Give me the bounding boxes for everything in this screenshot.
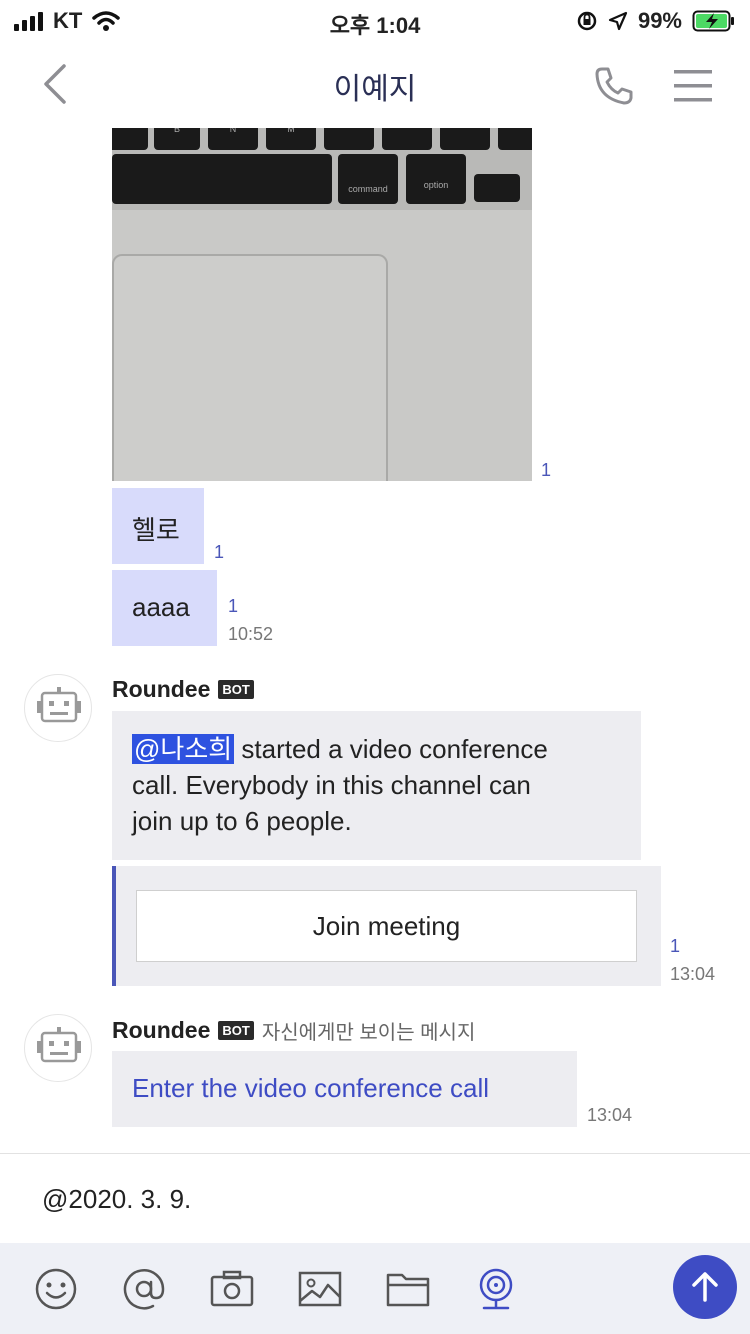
key-m: M <box>266 128 316 150</box>
message-list[interactable]: B N M command option 1 헬로 1 aaaa 1 10:52 <box>0 128 750 1154</box>
read-count: 1 <box>670 936 681 956</box>
photo-read-count: 1 <box>541 460 552 480</box>
bot-badge: BOT <box>218 680 254 699</box>
message-composer[interactable]: @2020. 3. 9. <box>0 1153 750 1243</box>
chat-title: 이예지 <box>333 73 417 106</box>
location-icon <box>608 11 628 31</box>
key-comma <box>324 128 374 150</box>
key-space <box>112 154 332 204</box>
key-slash <box>440 128 490 150</box>
orientation-lock-icon <box>577 11 597 31</box>
join-meeting-button[interactable]: Join meeting <box>136 890 637 962</box>
bot-message-line: call. Everybody in this channel can <box>132 770 531 800</box>
message-time: 10:52 <box>228 624 274 644</box>
emoji-icon[interactable] <box>32 1265 80 1313</box>
hamburger-menu-icon[interactable] <box>672 66 716 106</box>
message-text: 헬로 <box>132 515 180 545</box>
bot-badge: BOT <box>218 1021 254 1040</box>
key-shift <box>498 128 532 150</box>
key-b: B <box>154 128 200 150</box>
webcam-icon[interactable] <box>472 1265 520 1313</box>
photo-trackpad <box>112 254 388 481</box>
battery-percent: 99% <box>637 8 682 33</box>
folder-icon[interactable] <box>384 1265 432 1313</box>
photo-message[interactable]: B N M command option <box>112 128 532 481</box>
message-time: 13:04 <box>587 1105 633 1125</box>
send-arrow-icon <box>692 1272 718 1302</box>
sender-name: Roundee <box>112 676 211 702</box>
input-toolbar <box>0 1243 750 1334</box>
key-period <box>382 128 432 150</box>
message-time: 13:04 <box>670 964 716 984</box>
bot-avatar[interactable] <box>24 1014 92 1082</box>
battery-charging-icon <box>692 10 734 32</box>
photo-keyboard: B N M command option <box>112 128 532 210</box>
chat-header: 이예지 <box>0 40 750 128</box>
bot-sender: Roundee BOT <box>112 676 254 703</box>
enter-conference-link[interactable]: Enter the video conference call <box>112 1051 577 1127</box>
bot-sender: Roundee BOT 자신에게만 보이는 메시지 <box>112 1016 475 1045</box>
key-n: N <box>208 128 258 150</box>
key-arrow-left <box>474 174 520 202</box>
my-message-bubble[interactable]: 헬로 <box>112 488 204 564</box>
robot-icon <box>37 1027 81 1063</box>
read-count: 1 <box>214 542 225 562</box>
camera-icon[interactable] <box>208 1265 256 1313</box>
robot-icon <box>37 687 81 723</box>
sender-name: Roundee <box>112 1017 211 1043</box>
key-option: option <box>406 154 466 204</box>
bot-message-line: @나소희 started a video conference <box>132 734 548 764</box>
read-count: 1 <box>228 596 239 616</box>
meeting-attachment: Join meeting <box>112 866 661 986</box>
my-message-bubble[interactable]: aaaa <box>112 570 217 646</box>
mention-tag[interactable]: @나소희 <box>132 734 235 764</box>
message-text: aaaa <box>132 592 190 622</box>
bot-message-line: join up to 6 people. <box>132 806 352 836</box>
key-command: command <box>338 154 398 204</box>
message-input[interactable]: @2020. 3. 9. <box>42 1184 191 1215</box>
mention-icon[interactable] <box>120 1265 168 1313</box>
phone-icon[interactable] <box>592 64 636 108</box>
image-icon[interactable] <box>296 1265 344 1313</box>
status-bar: KT 오후 1:04 99% <box>0 0 750 40</box>
send-button[interactable] <box>673 1255 737 1319</box>
bot-message-bubble[interactable]: @나소희 started a video conference call. Ev… <box>112 711 641 860</box>
visibility-note: 자신에게만 보이는 메시지 <box>261 1022 476 1044</box>
key-v <box>112 128 148 150</box>
bot-avatar[interactable] <box>24 674 92 742</box>
